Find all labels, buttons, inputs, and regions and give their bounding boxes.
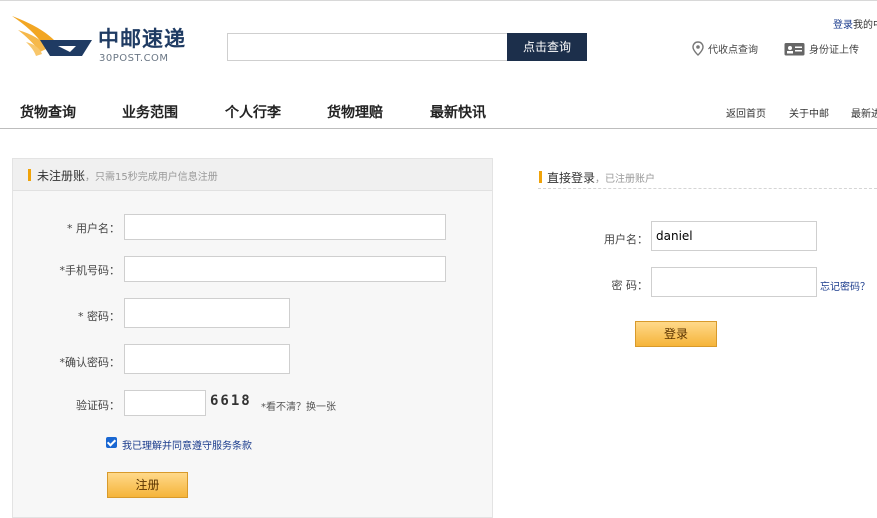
login-hint: ，已注册账户 <box>595 174 656 185</box>
wing-logo-icon <box>12 16 92 56</box>
id-upload-link[interactable]: 身份证上传 <box>784 41 859 56</box>
register-title: 未注册账，只需15秒完成用户信息注册 <box>37 167 218 184</box>
forgot-password-link[interactable]: 忘记密码？ <box>820 278 870 293</box>
password-label: * 密码： <box>78 310 120 323</box>
login-section-marker <box>539 171 542 183</box>
logo-domain: 30POST.COM <box>99 53 169 64</box>
register-phone-field[interactable] <box>124 256 446 282</box>
search-input[interactable] <box>227 33 508 61</box>
main-nav: 货物查询 业务范围 个人行李 货物理赔 最新快讯 返回首页 关于中邮 最新进 <box>0 100 877 129</box>
login-title: 直接登录，已注册账户 <box>547 169 655 186</box>
register-confirm-password-field[interactable] <box>124 344 290 374</box>
nav-link-latest[interactable]: 最新进 <box>851 105 877 120</box>
captcha-label: 验证码： <box>76 399 120 412</box>
register-hint: ，只需15秒完成用户信息注册 <box>85 172 218 183</box>
location-pin-icon <box>692 41 704 56</box>
nav-item-cargo-query[interactable]: 货物查询 <box>20 102 76 122</box>
logo-name: 中邮速递 <box>98 27 186 51</box>
confirm-password-label: *确认密码： <box>59 356 121 369</box>
id-upload-label: 身份证上传 <box>809 45 859 56</box>
register-panel: 未注册账，只需15秒完成用户信息注册 <box>12 158 493 518</box>
terms-link[interactable]: 我已理解并同意遵守服务条款 <box>122 437 252 452</box>
id-card-icon <box>784 42 805 55</box>
username-label: * 用户名： <box>67 222 120 235</box>
agree-checkbox[interactable] <box>106 437 117 448</box>
top-login-link[interactable]: 登录 <box>833 20 853 31</box>
register-header: 未注册账，只需15秒完成用户信息注册 <box>13 159 492 191</box>
login-button[interactable]: 登录 <box>635 321 717 347</box>
top-my-account-link[interactable]: 我的中 <box>853 20 877 31</box>
captcha-image[interactable]: 6618 <box>210 393 252 409</box>
section-marker <box>28 169 31 181</box>
nav-link-about[interactable]: 关于中邮 <box>789 105 829 120</box>
pickup-point-label: 代收点查询 <box>708 45 758 56</box>
register-username-field[interactable] <box>124 214 446 240</box>
login-title-text: 直接登录 <box>547 171 596 185</box>
search-button[interactable]: 点击查询 <box>507 33 587 61</box>
nav-link-home[interactable]: 返回首页 <box>726 105 766 120</box>
top-links: 登录我的中 <box>833 16 877 31</box>
nav-item-news[interactable]: 最新快讯 <box>430 102 486 122</box>
phone-label: *手机号码： <box>59 264 121 277</box>
nav-item-claims[interactable]: 货物理赔 <box>327 102 383 122</box>
top-border <box>0 0 877 1</box>
nav-item-business-scope[interactable]: 业务范围 <box>122 102 178 122</box>
register-button[interactable]: 注册 <box>107 472 188 498</box>
captcha-refresh-link[interactable]: *看不清？换一张 <box>261 398 336 413</box>
login-password-label: 密 码： <box>611 279 649 292</box>
register-title-text: 未注册账 <box>37 169 86 183</box>
pickup-point-link[interactable]: 代收点查询 <box>692 41 758 56</box>
register-password-field[interactable] <box>124 298 290 328</box>
login-username-field[interactable] <box>651 221 817 251</box>
nav-item-personal-luggage[interactable]: 个人行李 <box>225 102 281 122</box>
login-username-label: 用户名： <box>604 233 648 246</box>
login-divider <box>538 188 877 189</box>
captcha-field[interactable] <box>124 390 206 416</box>
login-password-field[interactable] <box>651 267 817 297</box>
